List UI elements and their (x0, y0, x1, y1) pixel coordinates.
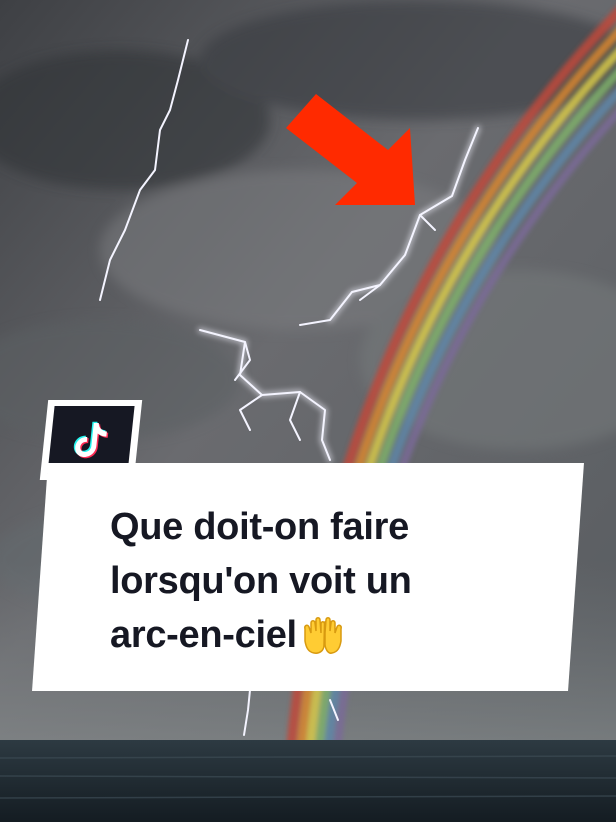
video-frame: Que doit-on faire lorsqu'on voit un arc-… (0, 0, 616, 822)
tiktok-logo-icon (73, 421, 109, 459)
caption: Que doit-on faire lorsqu'on voit un arc-… (110, 500, 550, 662)
caption-line-3: arc-en-ciel (110, 614, 297, 656)
caption-line-2: lorsqu'on voit un (110, 560, 412, 602)
caption-line-3-wrap: arc-en-ciel (110, 608, 550, 662)
sea (0, 740, 616, 822)
caption-line-1: Que doit-on faire (110, 506, 409, 548)
palms-up-together-icon (303, 617, 342, 654)
